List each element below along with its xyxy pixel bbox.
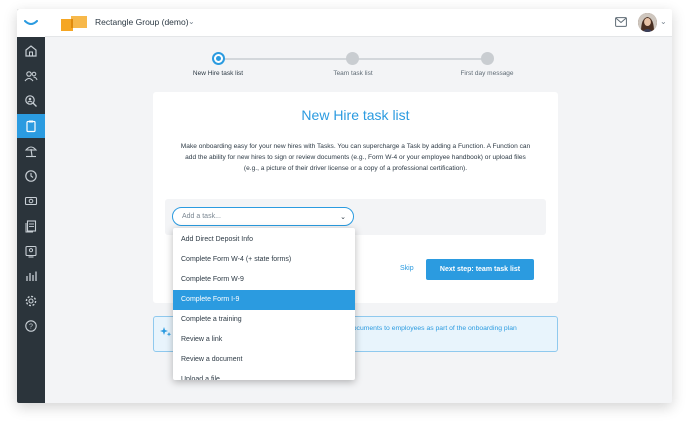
documents-icon[interactable] (17, 214, 45, 238)
dropdown-option[interactable]: Complete Form W-9 (173, 270, 355, 290)
dropdown-option[interactable]: Upload a file (173, 370, 355, 380)
card-description: Make onboarding easy for your new hires … (180, 143, 531, 172)
step-3-dot (481, 52, 494, 65)
dropdown-option[interactable]: Review a document (173, 350, 355, 370)
banner-text: documents to employees as part of the on… (349, 325, 517, 332)
dropdown-option[interactable]: Complete Form W-4 (+ state forms) (173, 250, 355, 270)
mail-icon[interactable] (615, 17, 627, 27)
dropdown-option[interactable]: Review a link (173, 330, 355, 350)
account-chevron-icon[interactable]: ⌄ (660, 17, 667, 26)
people-icon[interactable] (17, 64, 45, 88)
sparkle-icon (160, 327, 172, 337)
sidebar: ? (17, 9, 45, 403)
home-icon[interactable] (17, 39, 45, 63)
app-logo[interactable] (17, 9, 45, 37)
add-task-input[interactable]: Add a task... ⌄ (172, 207, 354, 226)
help-icon[interactable]: ? (17, 314, 45, 338)
app-window: ? Rectangle Group (demo) ⌄ ⌄ New Hire ta… (17, 9, 672, 403)
progress-stepper: New Hire task list Team task list First … (153, 49, 535, 95)
dropdown-option[interactable]: Add Direct Deposit Info (173, 230, 355, 250)
page-title: New Hire task list (301, 107, 410, 123)
chevron-down-icon[interactable]: ⌄ (340, 213, 346, 221)
step-2-label: Team task list (333, 70, 373, 77)
svg-text:?: ? (29, 324, 33, 331)
next-step-button[interactable]: Next step: team task list (426, 259, 534, 280)
company-logo (61, 16, 87, 31)
dropdown-option[interactable]: Complete a training (173, 310, 355, 330)
dropdown-option-selected[interactable]: Complete Form I-9 (173, 290, 355, 310)
top-bar: Rectangle Group (demo) ⌄ ⌄ (45, 9, 672, 37)
user-avatar[interactable] (638, 13, 657, 32)
search-person-icon[interactable] (17, 89, 45, 113)
clipboard-icon[interactable] (17, 114, 45, 138)
company-name[interactable]: Rectangle Group (demo) (95, 17, 189, 27)
step-1-dot (212, 52, 225, 65)
company-chevron-icon[interactable]: ⌄ (188, 17, 195, 26)
beach-icon[interactable] (17, 139, 45, 163)
skip-link[interactable]: Skip (400, 265, 414, 272)
badge-icon[interactable] (17, 239, 45, 263)
add-task-placeholder: Add a task... (182, 213, 221, 220)
step-3-label: First day message (460, 70, 514, 77)
money-icon[interactable] (17, 189, 45, 213)
clock-icon[interactable] (17, 164, 45, 188)
task-dropdown-menu: Add Direct Deposit Info Complete Form W-… (173, 228, 355, 380)
step-1-label: New Hire task list (192, 70, 244, 77)
reports-icon[interactable] (17, 264, 45, 288)
settings-icon[interactable] (17, 289, 45, 313)
step-2-dot (346, 52, 359, 65)
